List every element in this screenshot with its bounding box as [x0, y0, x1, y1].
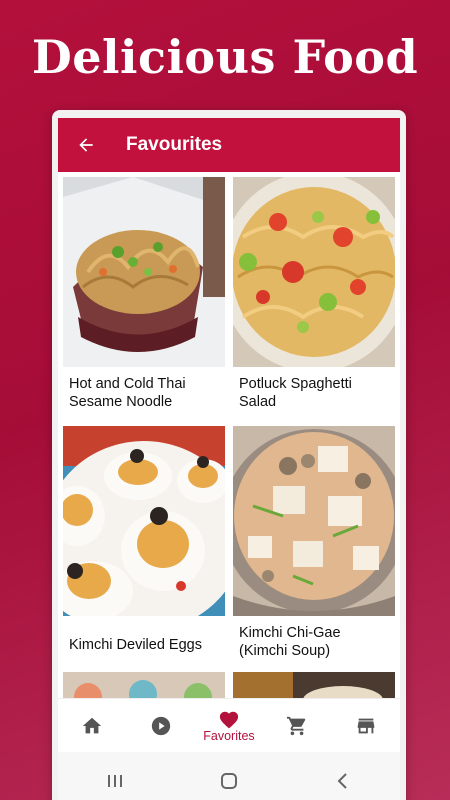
promo-headline: Delicious Food [31, 30, 419, 84]
back-nav-button[interactable] [313, 761, 373, 800]
home-circle-icon [221, 773, 237, 789]
back-button[interactable] [58, 118, 114, 172]
favourites-grid: Hot and Cold Thai Sesame Noodle Potluck … [58, 172, 400, 698]
recent-apps-button[interactable] [85, 761, 145, 800]
kimchi-soup-photo [233, 426, 395, 616]
arrow-back-icon [79, 138, 93, 152]
nav-cart[interactable] [267, 699, 327, 753]
home-button[interactable] [199, 761, 259, 800]
nav-favorites-label: Favorites [203, 728, 255, 743]
recipe-card[interactable]: Kimchi Deviled Eggs [63, 426, 225, 654]
bottom-navigation: Favorites [58, 698, 400, 752]
home-icon [83, 717, 102, 733]
store-icon [357, 718, 374, 733]
recipe-name: Hot and Cold Thai Sesame Noodle [69, 376, 186, 410]
heart-icon [219, 711, 239, 728]
recipe-photo [233, 672, 395, 698]
cart-icon [287, 716, 306, 735]
deviled-eggs-photo [63, 426, 225, 616]
recipe-card[interactable] [63, 672, 225, 698]
app-bar: Favourites [58, 118, 400, 172]
recipe-card[interactable] [233, 672, 395, 698]
recipe-card[interactable]: Hot and Cold Thai Sesame Noodle [63, 177, 225, 411]
recipe-photo [63, 672, 225, 698]
recipe-name: Kimchi Chi-Gae (Kimchi Soup) [239, 625, 341, 659]
spaghetti-salad-photo [233, 177, 395, 367]
nav-favorites[interactable]: Favorites [199, 699, 259, 753]
nav-videos[interactable] [131, 699, 191, 753]
system-navigation-bar [58, 752, 400, 800]
nav-home[interactable] [62, 699, 122, 753]
page-title: Favourites [126, 134, 223, 155]
play-circle-icon [151, 716, 170, 735]
recent-apps-icon [108, 775, 122, 787]
noodle-bowl-photo [63, 177, 225, 367]
chevron-left-icon [337, 773, 347, 789]
recipe-card[interactable]: Potluck Spaghetti Salad [233, 177, 395, 411]
recipe-name: Kimchi Deviled Eggs [69, 637, 202, 653]
recipe-name: Potluck Spaghetti Salad [239, 376, 352, 410]
phone-screen: Favourites Hot and Cold Thai Sesame Nood… [52, 110, 406, 800]
recipe-card[interactable]: Kimchi Chi-Gae (Kimchi Soup) [233, 426, 395, 660]
nav-store[interactable] [336, 699, 396, 753]
